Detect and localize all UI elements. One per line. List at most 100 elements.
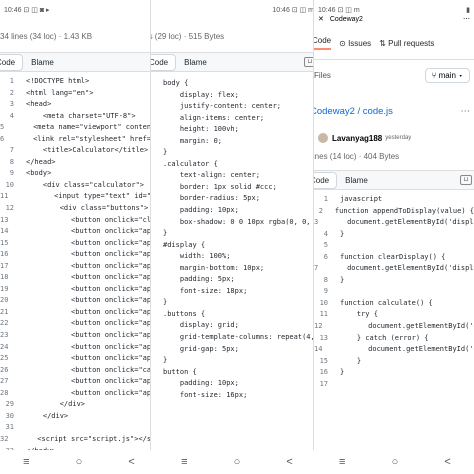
code-line: 15 }: [314, 356, 474, 368]
line-text: <html lang="en">: [26, 88, 94, 97]
more-icon[interactable]: ⋯: [461, 106, 471, 117]
expand-icon[interactable]: ⊔: [460, 175, 472, 185]
home-icon[interactable]: ○: [69, 456, 89, 468]
line-text: document.getElementById('displa: [330, 264, 474, 273]
recents-icon[interactable]: ≡: [332, 456, 352, 468]
line-number: 31: [5, 423, 14, 432]
code-line: 13 } catch (error) {: [314, 333, 474, 345]
file-meta: 17 lines (14 loc) · 404 Bytes: [314, 152, 400, 161]
line-number: 24: [0, 342, 9, 351]
code-line: 30 </div>: [0, 411, 158, 423]
line-number: 23: [0, 331, 9, 340]
pr-tab-label: Pull requests: [388, 38, 435, 48]
author[interactable]: Lavanyag188: [332, 134, 382, 143]
code-line: 17 <button onclick="append: [0, 261, 158, 273]
line-number: 6: [323, 252, 328, 261]
code-line: 27 grid-gap: 5px;: [163, 344, 318, 356]
home-icon[interactable]: ○: [385, 456, 405, 468]
line-text: #display {: [163, 240, 206, 249]
tab-blame[interactable]: Blame: [23, 54, 62, 71]
code-line: 26 <button onclick="calcul: [0, 365, 158, 377]
repo-name[interactable]: Codeway2: [330, 16, 363, 23]
line-number: 22: [0, 319, 9, 328]
tab-blame[interactable]: Blame: [337, 172, 376, 189]
code-view: 1 <!DOCTYPE html> 2 <html lang="en"> 3 <head>…: [0, 72, 158, 469]
code-line: 9.calculator {: [163, 159, 318, 171]
line-text: <button onclick="clearDi: [20, 215, 158, 224]
line-text: }: [340, 356, 362, 365]
android-nav-bar: ≡ ○ < ≡ ○ < ≡ ○ <: [0, 450, 474, 474]
tab-issues[interactable]: ⊙ Issues: [339, 39, 371, 48]
line-number: 32: [0, 434, 9, 443]
home-icon[interactable]: ○: [227, 456, 247, 468]
code-line: 15}: [163, 228, 318, 240]
code-line: 30button {: [163, 367, 318, 379]
code-line: 19 <button onclick="append: [0, 284, 158, 296]
tab-pull-requests[interactable]: ⇅ Pull requests: [379, 39, 434, 48]
code-line: 14 document.getElementById('di: [314, 344, 474, 356]
line-number: 10: [319, 298, 328, 307]
line-text: document.getElementById('di: [334, 345, 474, 354]
code-line: 4 align-items: center;: [163, 113, 318, 125]
recents-icon[interactable]: ≡: [16, 456, 36, 468]
tab-code[interactable]: Code: [314, 171, 338, 189]
back-icon[interactable]: <: [438, 456, 458, 468]
file-meta: 34 lines (34 loc) · 1.43 KB: [0, 32, 93, 41]
code-line: 13 <button onclick="clearDi: [0, 215, 158, 227]
path[interactable]: Codeway2 / code.js: [314, 106, 393, 117]
line-text: align-items: center;: [163, 113, 265, 122]
line-number: 26: [0, 365, 9, 374]
line-text: .buttons {: [163, 309, 206, 318]
code-line: 25 <button onclick="append: [0, 353, 158, 365]
line-number: 27: [0, 377, 9, 386]
code-blame-tabs: Code Blame ⊔: [151, 52, 318, 72]
line-number: 9: [9, 169, 14, 178]
tab-code-repo[interactable]: Code: [314, 36, 332, 50]
status-bar: 10:46 ⊡ ◫ m: [272, 7, 314, 14]
code-line: 11 try {: [314, 309, 474, 321]
line-text: <button onclick="append: [20, 319, 158, 328]
status-bar: 10:46 ⊡ ◫ ◙ ▸: [4, 7, 50, 14]
tab-code[interactable]: Code: [151, 53, 177, 71]
recents-icon[interactable]: ≡: [174, 456, 194, 468]
back-icon[interactable]: <: [280, 456, 300, 468]
line-text: <button onclick="append: [20, 354, 158, 363]
line-number: 10: [5, 180, 14, 189]
code-line: 15 <button onclick="append: [0, 238, 158, 250]
code-line: 4}: [314, 229, 474, 241]
line-number: 8: [323, 275, 328, 284]
line-text: <link rel="stylesheet" href="sty: [16, 134, 158, 143]
line-text: function calculate() {: [340, 298, 433, 307]
code-line: 5 <meta name="viewport" content="w: [0, 122, 158, 134]
line-number: 21: [0, 307, 9, 316]
back-icon[interactable]: <: [122, 456, 142, 468]
code-line: 3 <head>: [0, 99, 158, 111]
line-text: <button onclick="append: [20, 342, 158, 351]
code-line: 22 <button onclick="append: [0, 318, 158, 330]
more-icon[interactable]: ⋯: [463, 15, 470, 23]
tab-code[interactable]: Code: [0, 53, 24, 71]
line-text: </head>: [26, 157, 56, 166]
tab-blame[interactable]: Blame: [176, 54, 215, 71]
code-line: 11 <input type="text" id="displ: [0, 191, 158, 203]
code-line: 8}: [314, 275, 474, 287]
line-number: 6: [0, 134, 5, 143]
breadcrumb[interactable]: Codeway2 / code.js ⋯: [314, 104, 474, 118]
code-line: 16}: [314, 367, 474, 379]
line-number: 15: [319, 356, 328, 365]
code-line: 7 document.getElementById('displa: [314, 263, 474, 275]
line-text: try {: [340, 310, 378, 319]
branch-selector[interactable]: ⑂ main ▾: [424, 67, 470, 83]
line-text: }: [340, 229, 345, 238]
close-icon[interactable]: ✕: [318, 15, 324, 23]
line-text: padding: 10px;: [163, 206, 239, 215]
line-text: }: [163, 148, 168, 157]
code-line: 7}: [163, 147, 318, 159]
line-text: <button onclick="append: [20, 227, 158, 236]
line-text: <button onclick="append: [20, 307, 158, 316]
code-line: 14 box-shadow: 0 0 10px rgba(0, 0,: [163, 217, 318, 229]
line-number: 12: [5, 204, 14, 213]
line-text: <button onclick="append: [20, 273, 158, 282]
line-number: 13: [319, 333, 328, 342]
code-line: 2 function appendToDisplay(value) {: [314, 206, 474, 218]
